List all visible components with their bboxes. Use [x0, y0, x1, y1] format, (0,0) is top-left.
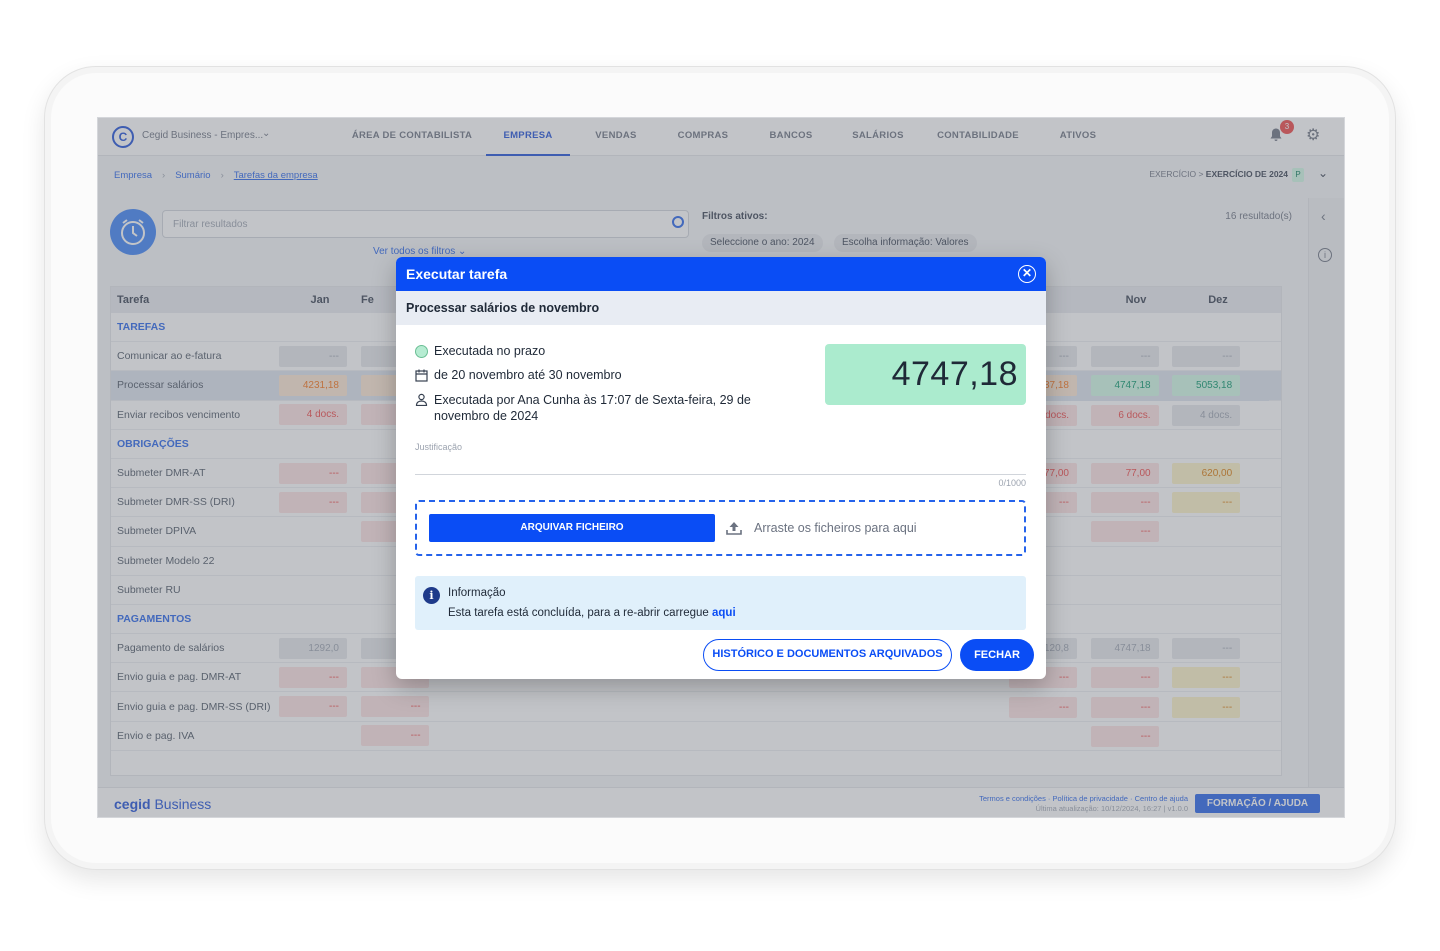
info-text: Esta tarefa está concluída, para a re-ab… [448, 607, 736, 619]
info-text-body: Esta tarefa está concluída, para a re-ab… [448, 607, 709, 619]
drop-text: Arraste os ficheiros para aqui [754, 521, 917, 535]
modal-title: Executar tarefa [406, 266, 508, 282]
period-text: de 20 novembro até 30 novembro [434, 368, 622, 382]
execute-task-modal: Executar tarefa ✕ Processar salários de … [396, 257, 1046, 679]
justification-label: Justificação [415, 442, 463, 452]
status-row: Executada no prazo [415, 344, 545, 358]
close-button[interactable]: FECHAR [960, 639, 1034, 671]
justification-input[interactable] [415, 474, 1026, 475]
file-dropzone[interactable]: ARQUIVAR FICHEIRO Arraste os ficheiros p… [415, 500, 1026, 556]
archive-file-button[interactable]: ARQUIVAR FICHEIRO [429, 514, 715, 542]
period-row: de 20 novembro até 30 novembro [415, 368, 622, 382]
status-text: Executada no prazo [434, 344, 546, 358]
user-icon [415, 393, 428, 406]
modal-header: Executar tarefa ✕ [396, 257, 1046, 291]
executed-by-row: Executada por Ana Cunha às 17:07 de Sext… [415, 392, 775, 424]
modal-subtitle: Processar salários de novembro [396, 291, 1046, 325]
calendar-icon [415, 369, 428, 382]
status-dot-icon [415, 345, 428, 358]
executed-by-text: Executada por Ana Cunha às 17:07 de Sext… [434, 393, 751, 423]
info-icon: i [423, 587, 440, 604]
upload-icon [726, 522, 742, 535]
info-title: Informação [448, 587, 506, 599]
history-button[interactable]: HISTÓRICO E DOCUMENTOS ARQUIVADOS [703, 639, 952, 671]
info-box: i Informação Esta tarefa está concluída,… [415, 576, 1026, 630]
task-value: 4747,18 [825, 344, 1026, 405]
close-icon[interactable]: ✕ [1018, 265, 1036, 283]
justification-count: 0/1000 [998, 478, 1026, 488]
reopen-link[interactable]: aqui [712, 607, 736, 619]
